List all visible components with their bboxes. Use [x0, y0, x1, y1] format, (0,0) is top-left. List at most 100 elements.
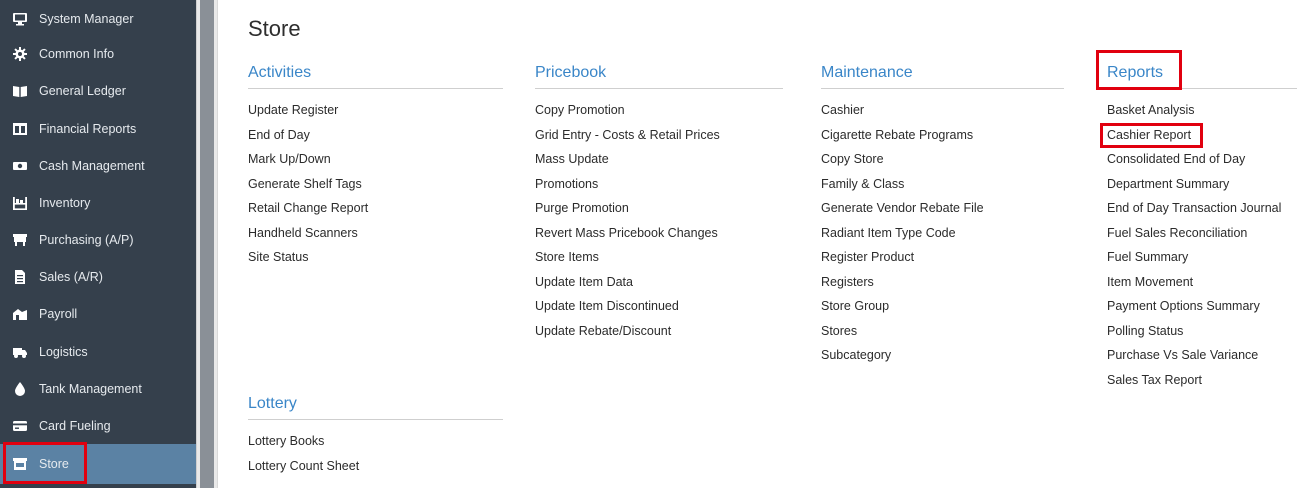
link-store-items[interactable]: Store Items: [535, 245, 783, 270]
book-icon: [13, 84, 27, 98]
link-update-item-data[interactable]: Update Item Data: [535, 270, 783, 295]
link-subcategory[interactable]: Subcategory: [821, 343, 1064, 368]
sidebar-item-label: Inventory: [39, 196, 91, 210]
link-cashier[interactable]: Cashier: [821, 98, 1064, 123]
sidebar-item-logistics[interactable]: Logistics: [0, 333, 196, 371]
card-icon: [13, 419, 27, 433]
link-fuel-summary[interactable]: Fuel Summary: [1107, 245, 1297, 270]
sidebar-item-financial-reports[interactable]: Financial Reports: [0, 110, 196, 148]
link-grid-entry[interactable]: Grid Entry - Costs & Retail Prices: [535, 123, 783, 148]
table-icon: [13, 122, 27, 136]
link-purchase-vs-sale-variance[interactable]: Purchase Vs Sale Variance: [1107, 343, 1297, 368]
link-department-summary[interactable]: Department Summary: [1107, 172, 1297, 197]
store-icon: [13, 457, 27, 471]
sidebar-item-payroll[interactable]: Payroll: [0, 295, 196, 333]
link-update-rebate-discount[interactable]: Update Rebate/Discount: [535, 319, 783, 344]
link-sales-tax-report[interactable]: Sales Tax Report: [1107, 368, 1297, 393]
link-end-of-day[interactable]: End of Day: [248, 123, 503, 148]
link-retail-change-report[interactable]: Retail Change Report: [248, 196, 503, 221]
link-update-item-discontinued[interactable]: Update Item Discontinued: [535, 294, 783, 319]
link-site-status[interactable]: Site Status: [248, 245, 503, 270]
link-purge-promotion[interactable]: Purge Promotion: [535, 196, 783, 221]
link-list: Lottery Books Lottery Count Sheet: [248, 429, 503, 478]
link-cashier-report[interactable]: Cashier Report: [1107, 123, 1297, 148]
link-generate-vendor-rebate-file[interactable]: Generate Vendor Rebate File: [821, 196, 1064, 221]
sidebar-item-label: Common Info: [39, 47, 115, 61]
link-polling-status[interactable]: Polling Status: [1107, 319, 1297, 344]
link-lottery-count-sheet[interactable]: Lottery Count Sheet: [248, 454, 503, 479]
link-registers[interactable]: Registers: [821, 270, 1064, 295]
sidebar-item-inventory[interactable]: Inventory: [0, 184, 196, 222]
page-title: Store: [248, 16, 301, 41]
sidebar-item-sales[interactable]: Sales (A/R): [0, 258, 196, 296]
link-list: Copy Promotion Grid Entry - Costs & Reta…: [535, 98, 783, 343]
link-radiant-item-type-code[interactable]: Radiant Item Type Code: [821, 221, 1064, 246]
section-title: Lottery: [248, 393, 503, 420]
scrollbar-thumb[interactable]: [200, 0, 214, 488]
link-promotions[interactable]: Promotions: [535, 172, 783, 197]
sidebar: System Manager Common Info General Ledge…: [0, 0, 196, 488]
sidebar-item-label: Purchasing (A/P): [39, 233, 134, 247]
section-lottery: Lottery Lottery Books Lottery Count Shee…: [248, 393, 503, 478]
link-consolidated-end-of-day[interactable]: Consolidated End of Day: [1107, 147, 1297, 172]
sidebar-item-label: Payroll: [39, 307, 78, 321]
sidebar-item-label: Store: [39, 457, 69, 471]
content-divider: [217, 0, 218, 488]
link-stores[interactable]: Stores: [821, 319, 1064, 344]
section-reports: Reports Basket Analysis Cashier Report C…: [1107, 62, 1297, 392]
cart-icon: [13, 233, 27, 247]
section-pricebook: Pricebook Copy Promotion Grid Entry - Co…: [535, 62, 783, 343]
link-handheld-scanners[interactable]: Handheld Scanners: [248, 221, 503, 246]
sidebar-item-label: Tank Management: [39, 382, 142, 396]
truck-icon: [13, 345, 27, 359]
link-list: Cashier Cigarette Rebate Programs Copy S…: [821, 98, 1064, 368]
section-maintenance: Maintenance Cashier Cigarette Rebate Pro…: [821, 62, 1064, 368]
link-cigarette-rebate-programs[interactable]: Cigarette Rebate Programs: [821, 123, 1064, 148]
section-title: Activities: [248, 62, 503, 89]
link-mark-up-down[interactable]: Mark Up/Down: [248, 147, 503, 172]
sidebar-item-purchasing[interactable]: Purchasing (A/P): [0, 221, 196, 259]
link-item-movement[interactable]: Item Movement: [1107, 270, 1297, 295]
document-icon: [13, 270, 27, 284]
sidebar-item-tank-management[interactable]: Tank Management: [0, 370, 196, 408]
section-title: Pricebook: [535, 62, 783, 89]
link-list: Basket Analysis Cashier Report Consolida…: [1107, 98, 1297, 392]
link-store-group[interactable]: Store Group: [821, 294, 1064, 319]
sidebar-item-general-ledger[interactable]: General Ledger: [0, 72, 196, 110]
link-copy-promotion[interactable]: Copy Promotion: [535, 98, 783, 123]
sidebar-item-store[interactable]: Store: [0, 444, 196, 484]
sidebar-item-label: System Manager: [39, 12, 134, 26]
link-list: Update Register End of Day Mark Up/Down …: [248, 98, 503, 270]
sidebar-item-cash-management[interactable]: Cash Management: [0, 147, 196, 185]
payroll-icon: [13, 307, 27, 321]
link-revert-mass-pricebook-changes[interactable]: Revert Mass Pricebook Changes: [535, 221, 783, 246]
sidebar-item-card-fueling[interactable]: Card Fueling: [0, 407, 196, 445]
sidebar-item-label: Card Fueling: [39, 419, 111, 433]
money-icon: [13, 159, 27, 173]
gear-icon: [13, 47, 27, 61]
sidebar-item-label: Sales (A/R): [39, 270, 103, 284]
link-payment-options-summary[interactable]: Payment Options Summary: [1107, 294, 1297, 319]
link-end-of-day-transaction-journal[interactable]: End of Day Transaction Journal: [1107, 196, 1297, 221]
link-mass-update[interactable]: Mass Update: [535, 147, 783, 172]
link-generate-shelf-tags[interactable]: Generate Shelf Tags: [248, 172, 503, 197]
sidebar-item-label: Financial Reports: [39, 122, 137, 136]
drop-icon: [13, 382, 27, 396]
sidebar-item-system-manager[interactable]: System Manager: [0, 0, 196, 38]
sidebar-item-label: Cash Management: [39, 159, 145, 173]
section-title: Maintenance: [821, 62, 1064, 89]
link-register-product[interactable]: Register Product: [821, 245, 1064, 270]
shelf-icon: [13, 196, 27, 210]
link-lottery-books[interactable]: Lottery Books: [248, 429, 503, 454]
sidebar-item-label: Logistics: [39, 345, 88, 359]
section-title: Reports: [1107, 62, 1297, 89]
link-update-register[interactable]: Update Register: [248, 98, 503, 123]
monitor-icon: [13, 12, 27, 26]
link-basket-analysis[interactable]: Basket Analysis: [1107, 98, 1297, 123]
section-activities: Activities Update Register End of Day Ma…: [248, 62, 503, 270]
sidebar-item-label: General Ledger: [39, 84, 126, 98]
link-copy-store[interactable]: Copy Store: [821, 147, 1064, 172]
link-family-class[interactable]: Family & Class: [821, 172, 1064, 197]
link-fuel-sales-reconciliation[interactable]: Fuel Sales Reconciliation: [1107, 221, 1297, 246]
sidebar-item-common-info[interactable]: Common Info: [0, 35, 196, 73]
